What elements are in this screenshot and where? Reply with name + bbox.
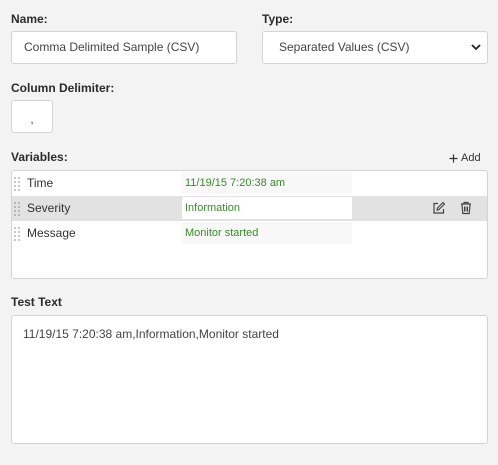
add-variable-label: Add <box>461 152 481 164</box>
type-select[interactable]: Separated Values (CSV) <box>262 31 488 64</box>
column-delimiter-input[interactable]: , <box>11 100 53 133</box>
edit-icon[interactable] <box>432 201 446 215</box>
variable-value[interactable]: 11/19/15 7:20:38 am <box>182 172 352 194</box>
variables-list: Time 11/19/15 7:20:38 am Severity Inform… <box>11 170 488 279</box>
variable-row-message[interactable]: Message Monitor started <box>12 221 487 246</box>
chevron-down-icon <box>471 44 481 51</box>
drag-handle-icon[interactable] <box>14 227 20 241</box>
variable-name: Message <box>27 226 76 240</box>
trash-icon[interactable] <box>459 201 473 215</box>
variable-name: Severity <box>27 201 71 215</box>
variable-row-severity[interactable]: Severity Information <box>12 196 487 221</box>
name-input[interactable]: Comma Delimited Sample (CSV) <box>11 31 237 64</box>
variable-row-time[interactable]: Time 11/19/15 7:20:38 am <box>12 171 487 196</box>
plus-icon <box>449 154 458 162</box>
test-text-label: Test Text <box>11 295 62 309</box>
type-select-value: Separated Values (CSV) <box>279 40 410 54</box>
test-text-area[interactable]: 11/19/15 7:20:38 am,Information,Monitor … <box>11 315 488 444</box>
drag-handle-icon[interactable] <box>14 202 20 216</box>
variable-value[interactable]: Information <box>182 197 352 219</box>
variable-value[interactable]: Monitor started <box>182 222 352 244</box>
variable-name: Time <box>27 176 54 190</box>
add-variable-button[interactable]: Add <box>449 152 481 164</box>
variables-label: Variables: <box>11 150 68 164</box>
type-label: Type: <box>262 12 294 26</box>
name-label: Name: <box>11 12 48 26</box>
drag-handle-icon[interactable] <box>14 177 20 191</box>
column-delimiter-label: Column Delimiter: <box>11 81 115 95</box>
